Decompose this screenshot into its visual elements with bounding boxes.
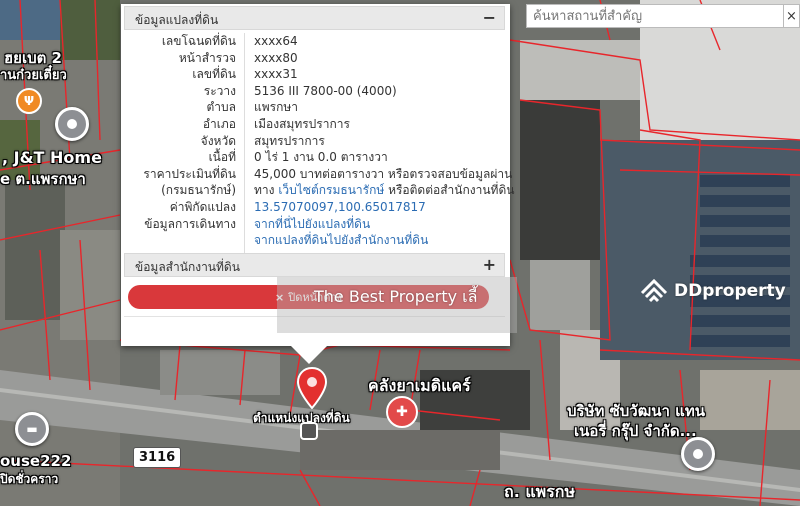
row-label: หน้าสำรวจ <box>178 50 236 65</box>
agent-banner-text: The Best Property เลี้ <box>314 287 478 306</box>
row-province: จังหวัด สมุทรปราการ <box>124 133 502 150</box>
hotel-pin[interactable]: ▬ <box>15 412 49 446</box>
fork-knife-icon: Ψ <box>23 94 35 108</box>
row-land-number: เลขที่ดิน xxxx31 <box>124 66 502 83</box>
land-office-title: ข้อมูลสำนักงานที่ดิน <box>135 260 240 274</box>
company-pin[interactable] <box>681 437 715 471</box>
restaurant-pin[interactable]: Ψ <box>16 88 42 114</box>
row-label: ข้อมูลการเดินทาง <box>144 216 236 231</box>
row-area: เนื้อที่ 0 ไร่ 1 งาน 0.0 ตารางวา <box>124 149 502 166</box>
row-label: เลขโฉนดที่ดิน <box>161 34 236 48</box>
bus-stop-icon[interactable] <box>300 422 318 440</box>
map-label-road: ถ. แพรกษ <box>504 482 576 501</box>
row-label: (กรมธนารักษ์) <box>161 183 236 198</box>
pharmacy-icon: ✚ <box>396 404 408 420</box>
map-label-pharmacy: คลังยาเมดิแคร์ <box>368 376 471 395</box>
bed-icon: ▬ <box>26 422 38 436</box>
search-close-button[interactable]: × <box>784 4 800 28</box>
plot-info-header[interactable]: ข้อมูลแปลงที่ดิน − <box>124 6 505 30</box>
close-icon: × <box>786 8 797 24</box>
expand-icon[interactable]: + <box>483 255 496 274</box>
ddproperty-logo-icon <box>640 278 668 303</box>
ddproperty-watermark: DDproperty <box>638 275 786 307</box>
plot-location-pin[interactable] <box>296 367 328 409</box>
coordinates-link[interactable]: 13.57070097,100.65017817 <box>254 200 426 214</box>
row-deed-number: เลขโฉนดที่ดิน xxxx64 <box>124 33 502 50</box>
directions-to-plot-link[interactable]: จากที่นี่ไปยังแปลงที่ดิน <box>254 217 370 231</box>
row-map-sheet: ระวาง 5136 III 7800-00 (4000) <box>124 83 502 100</box>
row-value: 13.57070097,100.65017817 <box>254 199 426 216</box>
plot-info-title: ข้อมูลแปลงที่ดิน <box>135 13 219 27</box>
treasury-website-link[interactable]: เว็บไซต์กรมธนารักษ์ <box>278 183 384 197</box>
row-label: จังหวัด <box>200 133 236 148</box>
watermark-text: DDproperty <box>674 281 786 301</box>
row-value: xxxx64 <box>254 34 298 48</box>
poi-pin-grey[interactable] <box>55 107 89 141</box>
land-office-header[interactable]: ข้อมูลสำนักงานที่ดิน + <box>124 253 505 277</box>
map-label-jt-home-sub: e ต.แพรกษา <box>0 170 86 188</box>
row-value: ทาง เว็บไซต์กรมธนารักษ์ หรือติดต่อสำนักง… <box>254 182 514 199</box>
row-appraised-price: ราคาประเมินที่ดิน 45,000 บาทต่อตารางวา ห… <box>124 166 512 183</box>
location-dot-icon <box>67 119 77 129</box>
row-label: อำเภอ <box>202 116 236 131</box>
value-prefix: ทาง <box>254 183 279 198</box>
row-label: ราคาประเมินที่ดิน <box>143 166 236 181</box>
row-coordinates: ค่าพิกัดแปลง 13.57070097,100.65017817 <box>124 199 502 216</box>
row-district: อำเภอ เมืองสมุทรปราการ <box>124 116 502 133</box>
row-value: xxxx31 <box>254 67 298 82</box>
row-value: เมืองสมุทรปราการ <box>254 116 350 131</box>
row-value: จากที่นี่ไปยังแปลงที่ดิน <box>254 216 370 233</box>
row-label: ตำบล <box>206 100 236 115</box>
row-treasury-dept: (กรมธนารักษ์) ทาง เว็บไซต์กรมธนารักษ์ หร… <box>124 182 514 199</box>
row-subdistrict: ตำบล แพรกษา <box>124 99 502 116</box>
row-value: xxxx80 <box>254 50 298 65</box>
row-value: 5136 III 7800-00 (4000) <box>254 83 397 98</box>
map-label-house: ouse222 <box>0 452 72 470</box>
row-label: ระวาง <box>203 83 236 98</box>
route-badge: 3116 <box>133 447 182 468</box>
row-label: ค่าพิกัดแปลง <box>169 199 236 214</box>
row-travel-info-2: จากแปลงที่ดินไปยังสำนักงานที่ดิน <box>124 232 502 249</box>
row-value: จากแปลงที่ดินไปยังสำนักงานที่ดิน <box>254 232 428 249</box>
row-value: 45,000 บาทต่อตารางวา หรือตรวจสอบข้อมูลผ่… <box>254 166 513 181</box>
row-survey-page: หน้าสำรวจ xxxx80 <box>124 50 502 67</box>
row-value: แพรกษา <box>254 100 299 115</box>
map-label-company-sub: เนอรี่ กรุ๊ป จำกัด... <box>574 422 697 440</box>
row-label: เลขที่ดิน <box>192 67 236 82</box>
location-dot-icon <box>693 449 703 459</box>
row-value: สมุทรปราการ <box>254 133 325 148</box>
collapse-icon[interactable]: − <box>483 8 496 27</box>
landmark-search-input[interactable] <box>526 4 784 28</box>
map-label-temporarily-closed: ปิดชั่วคราว <box>0 472 59 486</box>
row-value: 0 ไร่ 1 งาน 0.0 ตารางวา <box>254 150 388 165</box>
map-label-noodle-shop: านก๋วยเตี๋ยว <box>0 68 67 83</box>
plot-info-table: เลขโฉนดที่ดิน xxxx64 หน้าสำรวจ xxxx80 เล… <box>124 33 514 249</box>
value-suffix: หรือติดต่อสำนักงานที่ดิน <box>384 183 515 198</box>
map-marker-icon <box>296 367 328 409</box>
pharmacy-pin[interactable]: ✚ <box>386 396 418 428</box>
map-label-jt-home: , J&T Home <box>2 148 102 167</box>
row-label: เนื้อที่ <box>208 150 236 165</box>
row-travel-info: ข้อมูลการเดินทาง จากที่นี่ไปยังแปลงที่ดิ… <box>124 216 502 233</box>
directions-to-office-link[interactable]: จากแปลงที่ดินไปยังสำนักงานที่ดิน <box>254 233 428 247</box>
